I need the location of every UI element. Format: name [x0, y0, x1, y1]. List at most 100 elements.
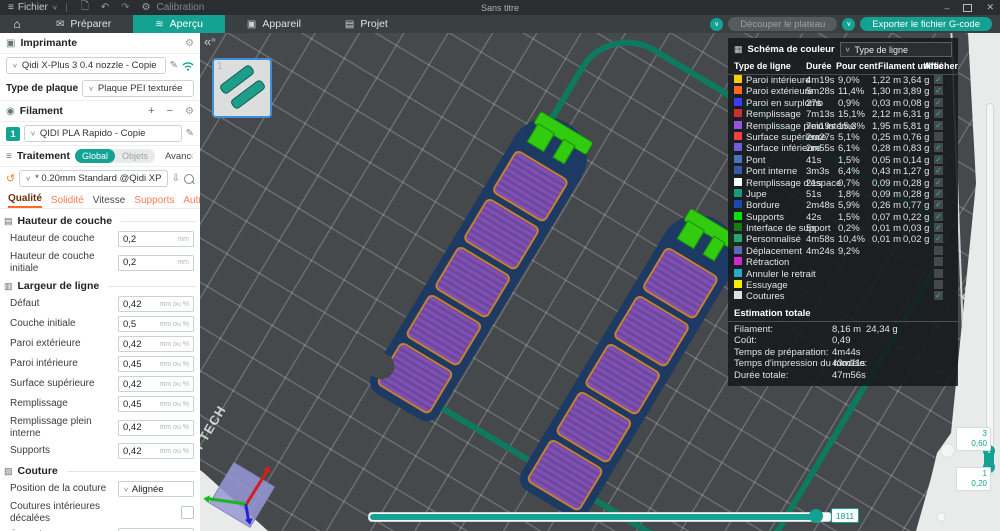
process-tab-supports[interactable]: Supports	[134, 195, 174, 208]
visibility-checkbox[interactable]	[934, 257, 943, 266]
calibration-gear-icon[interactable]: ⚙	[142, 2, 151, 13]
legend-row[interactable]: Personnalisé4m58s10,4%0,01 m0,02 g✓	[728, 234, 958, 245]
plate-type-select[interactable]: ∨ Plaque PEI texturée	[82, 80, 194, 97]
process-tab-solidité[interactable]: Solidité	[51, 195, 84, 208]
save-preset-icon[interactable]: ⇩	[172, 173, 180, 184]
visibility-checkbox[interactable]: ✓	[934, 166, 943, 175]
setting-input[interactable]: 0,42mm ou %	[118, 296, 194, 312]
setting-input[interactable]: 0,2mm	[118, 255, 194, 271]
process-tab-vitesse[interactable]: Vitesse	[93, 195, 126, 208]
legend-row[interactable]: Pont41s1,5%0,05 m0,14 g✓	[728, 155, 958, 166]
legend-row[interactable]: Remplissage plein interne7m19s15,3%1,95 …	[728, 121, 958, 132]
tab-aperçu[interactable]: ≋Aperçu	[133, 15, 225, 33]
remove-filament-icon[interactable]: −	[167, 105, 173, 117]
legend-row[interactable]: Surface inférieure2m55s6,1%0,28 m0,83 g✓	[728, 143, 958, 154]
minimize-button[interactable]: –	[944, 3, 949, 13]
visibility-checkbox[interactable]: ✓	[934, 109, 943, 118]
visibility-checkbox[interactable]: ✓	[934, 121, 943, 130]
legend-row[interactable]: Paroi intérieure4m19s9,0%1,22 m3,64 g✓	[728, 75, 958, 86]
legend-row[interactable]: Déplacement4m24s9,2%	[728, 246, 958, 257]
export-gcode-button[interactable]: Exporter le fichier G-code	[860, 17, 992, 31]
calibration-label[interactable]: Calibration	[157, 2, 205, 13]
tab-appareil[interactable]: ▣Appareil	[225, 15, 323, 33]
legend-row[interactable]: Surface supérieure2m27s5,1%0,25 m0,76 g	[728, 132, 958, 143]
setting-input[interactable]: 0,45mm ou %	[118, 356, 194, 372]
export-options-chevron[interactable]: ∨	[842, 18, 855, 31]
process-preset-select[interactable]: ∨ * 0.20mm Standard @Qidi XPlus3	[19, 170, 167, 187]
visibility-checkbox[interactable]: ✓	[934, 143, 943, 152]
visibility-checkbox[interactable]: ✓	[934, 223, 943, 232]
visibility-checkbox[interactable]: ✓	[934, 86, 943, 95]
setting-input[interactable]: 0,2mm	[118, 231, 194, 247]
setting-checkbox[interactable]	[181, 506, 194, 519]
view-mode-select[interactable]: ∨ Type de ligne	[840, 42, 952, 57]
printer-preset-select[interactable]: ∨ Qidi X-Plus 3 0.4 nozzle - Copie	[6, 57, 166, 74]
setting-input[interactable]: 0,42mm ou %	[118, 336, 194, 352]
legend-row[interactable]: Essuyage	[728, 280, 958, 291]
legend-row[interactable]: Remplissage7m13s15,1%2,12 m6,31 g✓	[728, 109, 958, 120]
setting-input[interactable]: 0,42mm ou %	[118, 420, 194, 436]
redo-icon[interactable]: ↷	[121, 2, 129, 13]
close-button[interactable]: ✕	[986, 2, 994, 13]
visibility-checkbox[interactable]: ✓	[934, 189, 943, 198]
file-menu[interactable]: ≡ Fichier ∨	[8, 2, 58, 13]
wifi-icon[interactable]	[182, 61, 194, 71]
legend-row[interactable]: Coutures✓	[728, 291, 958, 302]
filament-preset-select[interactable]: ∨ QIDI PLA Rapido - Copie	[24, 125, 182, 142]
layer-slider-track[interactable]	[986, 103, 994, 475]
legend-row[interactable]: Remplissage d'espace21s0,7%0,09 m0,28 g✓	[728, 178, 958, 189]
slice-plate-button[interactable]: Découper le plateau	[728, 17, 837, 31]
search-icon[interactable]	[184, 174, 194, 184]
filament-index-chip[interactable]: 1	[6, 127, 20, 141]
viewport-3d[interactable]: QIDI TECH 300	[200, 33, 1000, 531]
collapse-sidebar-icon[interactable]: «»	[204, 34, 216, 49]
legend-row[interactable]: Paroi en surplomb27s0,9%0,03 m0,08 g✓	[728, 98, 958, 109]
visibility-checkbox[interactable]: ✓	[934, 98, 943, 107]
visibility-checkbox[interactable]	[934, 269, 943, 278]
visibility-checkbox[interactable]: ✓	[934, 200, 943, 209]
visibility-checkbox[interactable]: ✓	[934, 291, 943, 300]
printer-settings-gear-icon[interactable]: ⚙	[185, 38, 194, 49]
legend-row[interactable]: Supports42s1,5%0,07 m0,22 g✓	[728, 212, 958, 223]
legend-row[interactable]: Annuler le retrait	[728, 269, 958, 280]
setting-input[interactable]: 0,42mm ou %	[118, 376, 194, 392]
add-filament-icon[interactable]: +	[148, 105, 154, 117]
setting-input[interactable]: 0,45mm ou %	[118, 396, 194, 412]
scope-objects[interactable]: Objets	[115, 151, 155, 161]
plate-thumbnail[interactable]: 1	[212, 58, 272, 118]
process-tab-autre[interactable]: Autre	[183, 195, 200, 208]
tab-projet[interactable]: ▤Projet	[323, 15, 410, 33]
slice-options-chevron[interactable]: ∨	[710, 18, 723, 31]
edit-preset-icon[interactable]: ✎	[170, 60, 178, 71]
legend-row[interactable]: Paroi extérieure5m28s11,4%1,30 m3,89 g✓	[728, 86, 958, 97]
filament-settings-gear-icon[interactable]: ⚙	[185, 106, 194, 117]
new-project-icon[interactable]: 🗋	[81, 0, 89, 16]
legend-row[interactable]: Interface de support5s0,2%0,01 m0,03 g✓	[728, 223, 958, 234]
maximize-button[interactable]	[963, 4, 972, 12]
visibility-checkbox[interactable]: ✓	[934, 75, 943, 84]
moves-slider-handle[interactable]	[809, 509, 823, 523]
legend-row[interactable]: Jupe51s1,8%0,09 m0,28 g✓	[728, 189, 958, 200]
moves-slider[interactable]: 1811	[368, 512, 832, 522]
home-icon[interactable]: ⌂	[0, 15, 34, 33]
visibility-checkbox[interactable]: ✓	[934, 155, 943, 164]
undo-icon[interactable]: ↶	[101, 2, 109, 13]
process-tab-qualité[interactable]: Qualité	[8, 193, 42, 208]
reset-preset-icon[interactable]: ↺	[6, 172, 15, 185]
legend-row[interactable]: Bordure2m48s5,9%0,26 m0,77 g✓	[728, 200, 958, 211]
setting-input[interactable]: 0,42mm ou %	[118, 443, 194, 459]
visibility-checkbox[interactable]: ✓	[934, 234, 943, 243]
visibility-checkbox[interactable]	[934, 132, 943, 141]
visibility-checkbox[interactable]: ✓	[934, 212, 943, 221]
legend-row[interactable]: Rétraction	[728, 257, 958, 268]
setting-input[interactable]: 0,5mm ou %	[118, 316, 194, 332]
scope-toggle[interactable]: Global Objets	[75, 149, 155, 163]
visibility-checkbox[interactable]	[934, 280, 943, 289]
setting-select[interactable]: ∨Alignée	[118, 481, 194, 497]
visibility-checkbox[interactable]: ✓	[934, 178, 943, 187]
legend-row[interactable]: Pont interne3m3s6,4%0,43 m1,27 g✓	[728, 166, 958, 177]
edit-filament-icon[interactable]: ✎	[186, 128, 194, 139]
tab-préparer[interactable]: ✉Préparer	[34, 15, 133, 33]
scope-global[interactable]: Global	[75, 149, 115, 163]
visibility-checkbox[interactable]	[934, 246, 943, 255]
